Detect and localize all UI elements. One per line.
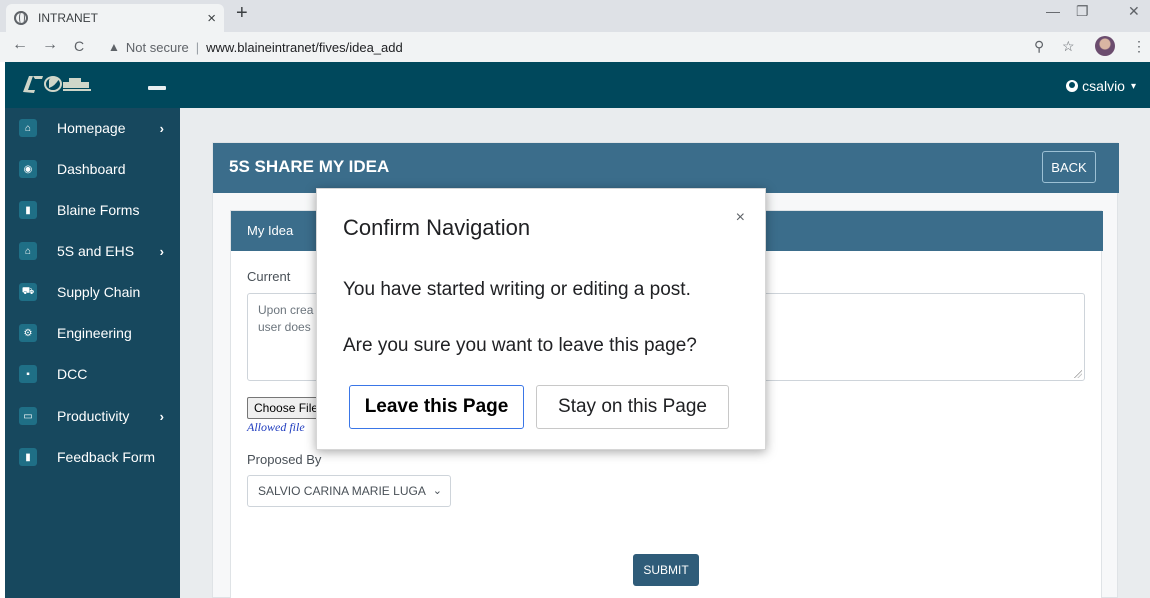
close-icon[interactable]: × <box>736 209 745 227</box>
dialog-message: You have started writing or editing a po… <box>343 279 691 300</box>
dialog-overlay: Confirm Navigation × You have started wr… <box>0 0 1150 598</box>
screen: INTRANET × + — ❐ ✕ ← → C ▲ Not secure | … <box>0 0 1150 598</box>
stay-on-page-button[interactable]: Stay on this Page <box>536 385 729 429</box>
confirm-navigation-dialog: Confirm Navigation × You have started wr… <box>316 188 766 450</box>
leave-page-button[interactable]: Leave this Page <box>349 385 524 429</box>
dialog-title: Confirm Navigation <box>343 215 531 240</box>
dialog-question: Are you sure you want to leave this page… <box>343 335 697 356</box>
